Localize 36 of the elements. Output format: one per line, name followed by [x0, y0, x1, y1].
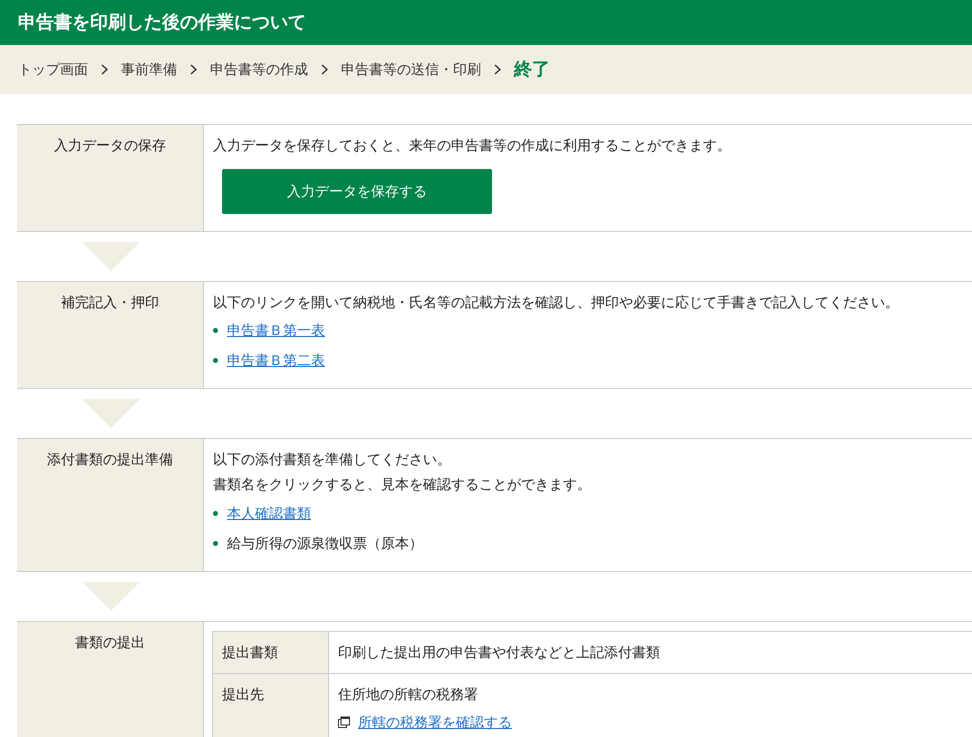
chevron-right-icon — [494, 64, 501, 75]
step-description: 書類名をクリックすると、見本を確認することができます。 — [213, 475, 592, 494]
document-link[interactable]: 本人確認書類 — [227, 503, 311, 523]
chevron-right-icon — [321, 64, 328, 75]
document-link[interactable]: 申告書Ｂ第一表 — [227, 320, 325, 340]
breadcrumb-item[interactable]: 申告書等の作成 — [210, 59, 308, 80]
page-title: 申告書を印刷した後の作業について — [18, 11, 306, 34]
step-label: 補完記入・押印 — [61, 294, 159, 310]
step-description: 以下の添付書類を準備してください。 — [213, 450, 452, 469]
save-data-button[interactable]: 入力データを保存する — [222, 169, 492, 214]
step-description: 以下のリンクを開いて納税地・氏名等の記載方法を確認し、押印や必要に応じて手書きで記入してください。 — [213, 293, 900, 312]
breadcrumb-item: 終了 — [514, 58, 550, 81]
step-description: 入力データを保存しておくと、来年の申告書等の作成に利用することができます。 — [213, 136, 732, 155]
row-header: 提出先 — [222, 686, 264, 702]
chevron-right-icon — [190, 64, 197, 75]
new-window-icon — [338, 716, 350, 728]
bullet-icon — [213, 510, 218, 516]
document-name: 給与所得の源泉徴収票（原本） — [227, 534, 423, 553]
down-triangle-icon — [82, 399, 140, 428]
step-label: 入力データの保存 — [54, 137, 166, 153]
bullet-icon — [213, 358, 218, 362]
chevron-right-icon — [101, 64, 108, 75]
breadcrumb-item[interactable]: 申告書等の送信・印刷 — [341, 59, 481, 80]
bullet-icon — [213, 328, 218, 332]
step-label: 添付書類の提出準備 — [47, 451, 173, 467]
breadcrumb-item[interactable]: トップ画面 — [18, 59, 88, 80]
tax-office-link[interactable]: 所轄の税務署を確認する — [358, 712, 512, 732]
cell-text: 印刷した提出用の申告書や付表などと上記添付書類 — [338, 643, 661, 662]
bullet-icon — [213, 540, 218, 546]
step-label: 書類の提出 — [75, 634, 145, 650]
row-header: 提出書類 — [222, 644, 278, 660]
down-triangle-icon — [82, 242, 140, 271]
breadcrumb-item[interactable]: 事前準備 — [121, 59, 177, 80]
down-triangle-icon — [82, 582, 140, 611]
document-link[interactable]: 申告書Ｂ第二表 — [227, 350, 325, 370]
cell-text: 住所地の所轄の税務署 — [338, 685, 479, 704]
